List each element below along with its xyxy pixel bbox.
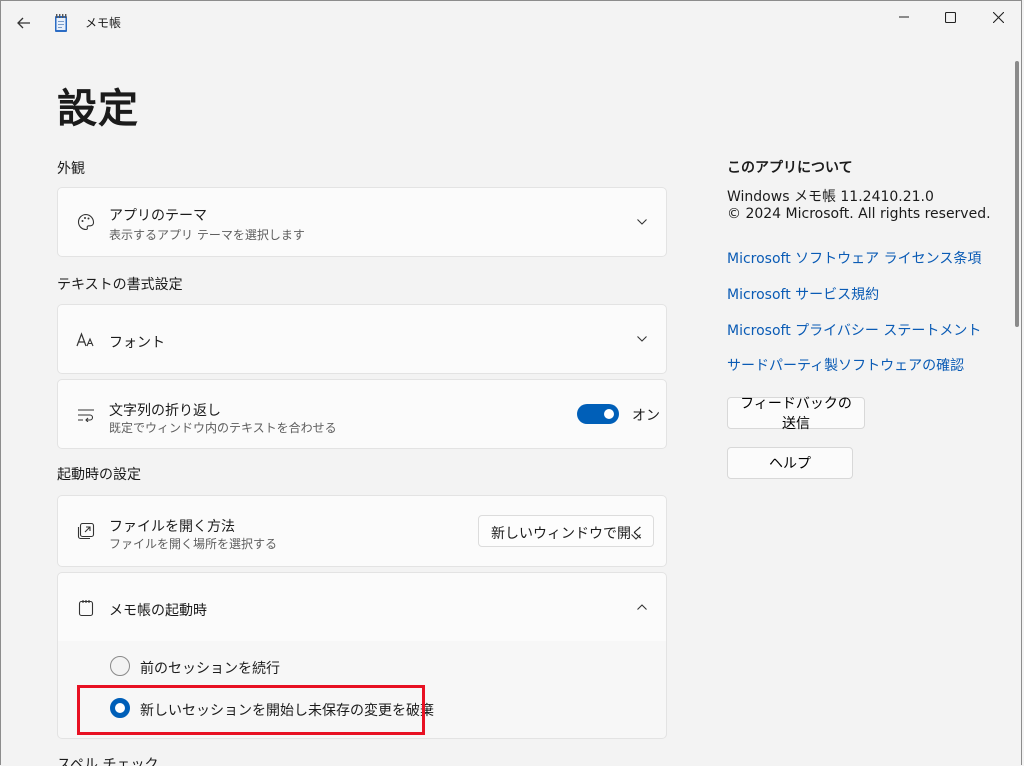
chevron-up-icon[interactable] <box>634 599 650 615</box>
open-file-subtitle: ファイルを開く場所を選択する <box>109 537 278 551</box>
startup-behavior-title: メモ帳の起動時 <box>109 603 207 619</box>
radio-continue-session-label[interactable]: 前のセッションを続行 <box>140 658 280 678</box>
back-arrow-icon <box>17 17 30 29</box>
minimize-button[interactable] <box>881 1 927 33</box>
close-button[interactable] <box>975 1 1021 33</box>
scrollbar-thumb[interactable] <box>1015 61 1019 327</box>
maximize-button[interactable] <box>927 1 973 33</box>
link-third-party[interactable]: サードパーティ製ソフトウェアの確認 <box>727 355 964 375</box>
wrap-icon <box>76 405 96 425</box>
font-icon <box>76 330 96 350</box>
open-file-dropdown[interactable]: 新しいウィンドウで開く <box>478 515 654 547</box>
settings-window: メモ帳 設定 外観 アプリのテーマ 表示するアプリ テーマを選択します テキスト… <box>0 0 1022 766</box>
word-wrap-title: 文字列の折り返し <box>109 403 221 419</box>
help-button[interactable]: ヘルプ <box>727 447 853 479</box>
chevron-down-icon[interactable] <box>634 214 650 230</box>
back-button[interactable] <box>9 9 39 37</box>
word-wrap-subtitle: 既定でウィンドウ内のテキストを合わせる <box>109 421 337 435</box>
link-service-agreement[interactable]: Microsoft サービス規約 <box>727 284 879 304</box>
section-text-format: テキストの書式設定 <box>57 277 183 293</box>
section-appearance: 外観 <box>57 161 85 177</box>
theme-subtitle: 表示するアプリ テーマを選択します <box>109 228 305 242</box>
theme-card[interactable]: アプリのテーマ 表示するアプリ テーマを選択します <box>57 187 667 257</box>
theme-title: アプリのテーマ <box>109 208 207 224</box>
open-file-selected: 新しいウィンドウで開く <box>491 526 645 542</box>
open-file-card: ファイルを開く方法 ファイルを開く場所を選択する 新しいウィンドウで開く <box>57 495 667 567</box>
chevron-down-icon <box>631 525 641 544</box>
chevron-down-icon[interactable] <box>634 331 650 347</box>
page-title: 設定 <box>57 86 139 132</box>
notepad-outline-icon <box>76 598 96 618</box>
about-version: Windows メモ帳 11.2410.21.0 <box>727 189 934 205</box>
title-bar: メモ帳 <box>1 1 1021 41</box>
link-license-terms[interactable]: Microsoft ソフトウェア ライセンス条項 <box>727 248 981 268</box>
section-startup: 起動時の設定 <box>57 467 141 483</box>
minimize-icon <box>899 16 909 18</box>
section-spellcheck: スペル チェック <box>57 757 159 766</box>
maximize-icon <box>944 11 956 23</box>
word-wrap-toggle[interactable] <box>577 404 619 424</box>
open-file-icon <box>76 521 96 541</box>
about-copyright: © 2024 Microsoft. All rights reserved. <box>727 206 991 222</box>
app-title: メモ帳 <box>85 16 122 30</box>
radio-continue-session[interactable] <box>110 656 130 676</box>
font-title: フォント <box>109 335 165 351</box>
word-wrap-card: 文字列の折り返し 既定でウィンドウ内のテキストを合わせる オン <box>57 379 667 449</box>
notepad-icon <box>53 13 69 37</box>
about-title: このアプリについて <box>727 160 853 176</box>
word-wrap-state-label: オン <box>632 408 660 424</box>
palette-icon <box>76 212 96 232</box>
startup-behavior-header[interactable]: メモ帳の起動時 <box>57 572 667 642</box>
toggle-knob <box>604 409 614 419</box>
close-icon <box>992 11 1004 23</box>
feedback-button[interactable]: フィードバックの送信 <box>727 396 865 432</box>
highlight-box <box>77 685 425 735</box>
font-card[interactable]: フォント <box>57 304 667 374</box>
link-privacy-statement[interactable]: Microsoft プライバシー ステートメント <box>727 320 981 340</box>
open-file-title: ファイルを開く方法 <box>109 519 235 535</box>
